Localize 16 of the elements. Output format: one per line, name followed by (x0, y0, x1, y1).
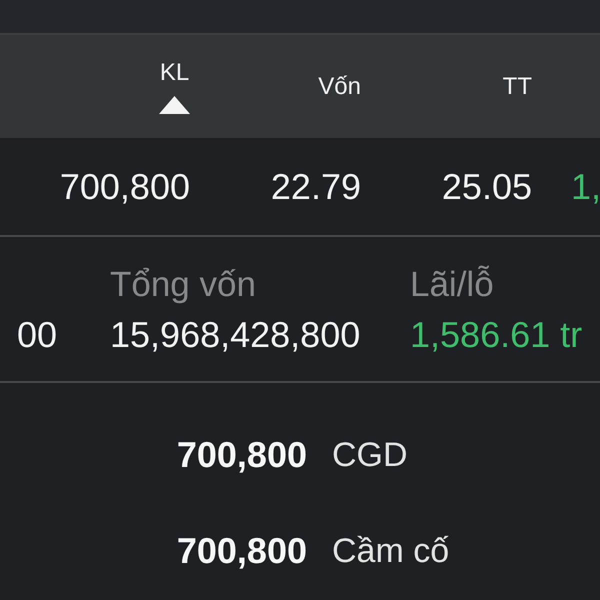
summary-value: 1,586.61 tr (410, 314, 582, 356)
table-cell: 700,800 (60, 166, 190, 208)
table-cell: 22.79 (270, 166, 361, 208)
summary-label: Lãi/lỗ (410, 264, 495, 306)
table-cell: 25.05 (442, 166, 532, 208)
column-header[interactable]: Vốn (318, 72, 361, 100)
holding-label: CGD (332, 435, 408, 476)
summary-value: 15,968,428,800 (110, 314, 362, 356)
holding-label: Cầm cố (332, 531, 450, 572)
column-header[interactable]: KL (159, 59, 190, 114)
quantity-value: 700,800 (176, 434, 307, 476)
quantity-value: 700,800 (176, 530, 307, 572)
table-cell: 1, (571, 166, 600, 208)
summary-label: Tổng vốn (110, 264, 257, 306)
column-header[interactable]: TT (502, 72, 532, 100)
summary-value: 00 (16, 314, 57, 356)
